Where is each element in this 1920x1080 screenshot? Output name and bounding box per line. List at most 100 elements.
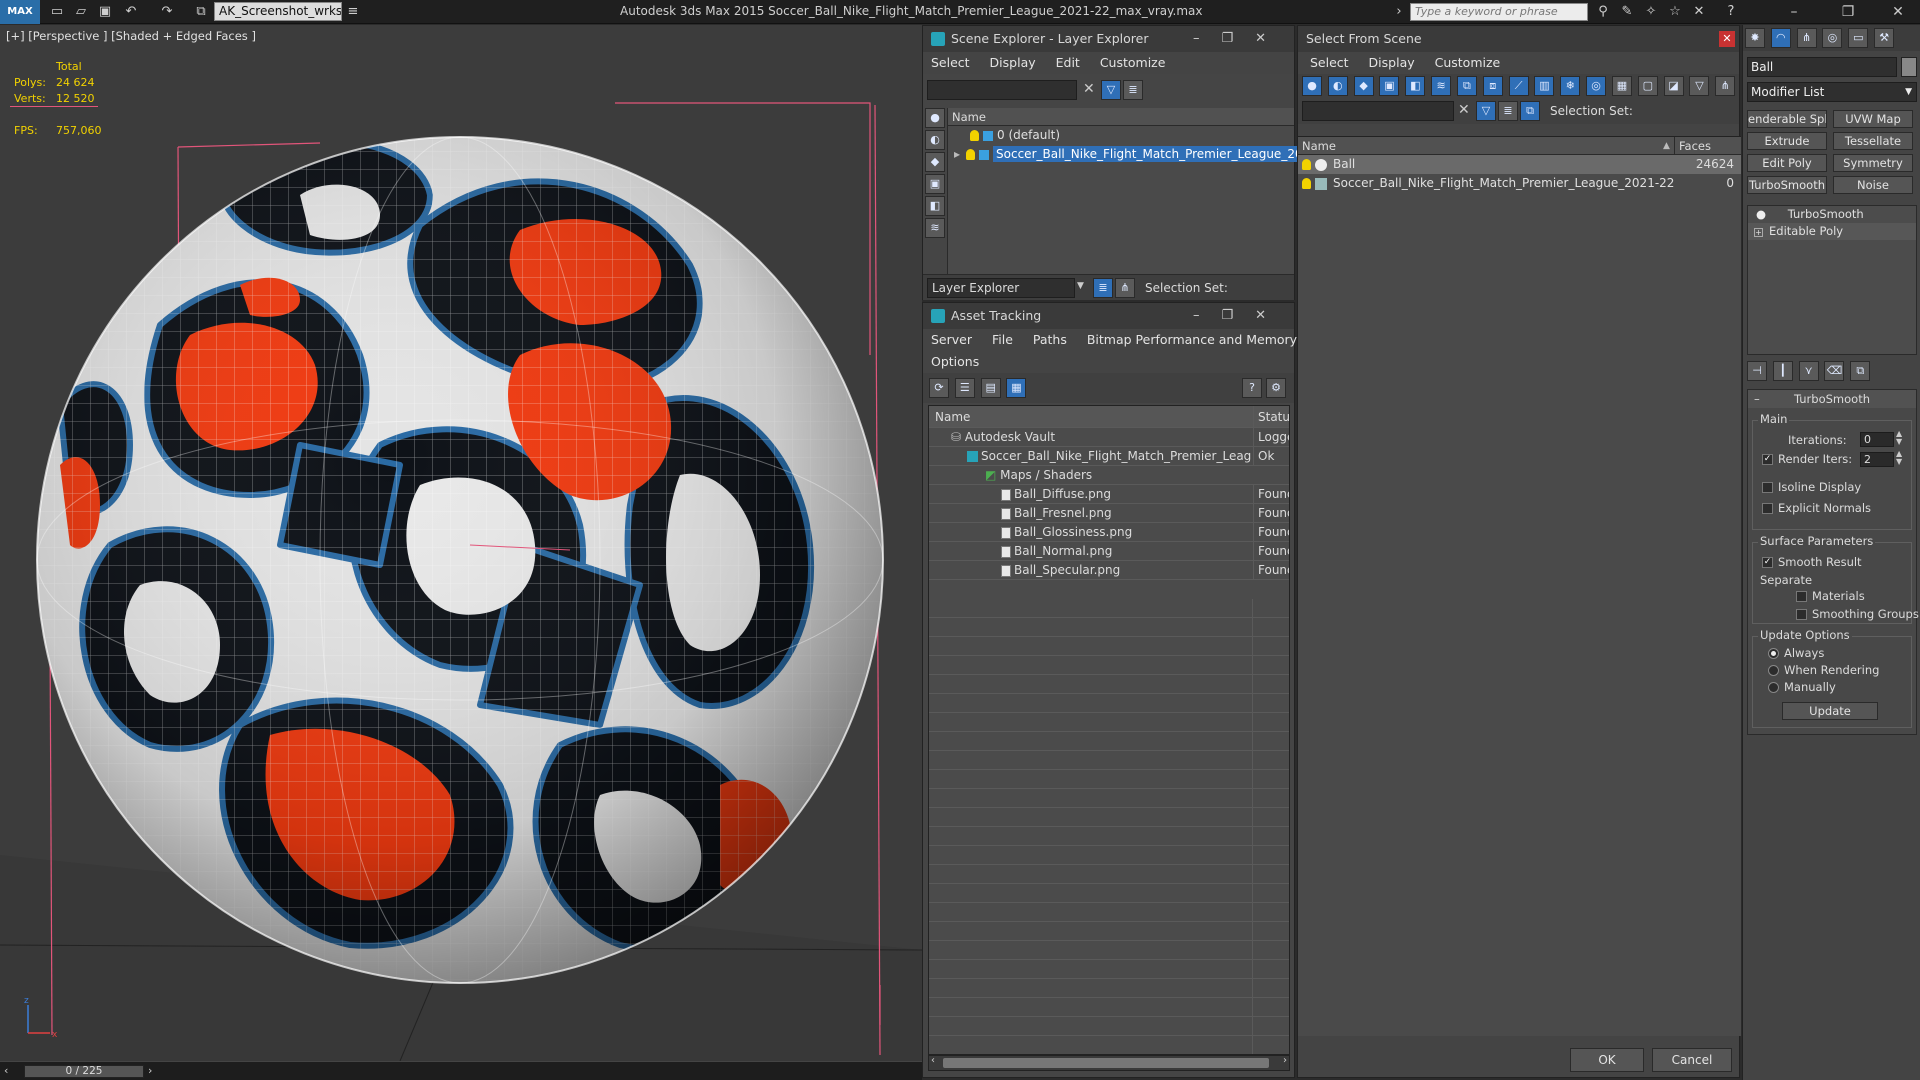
asset-row[interactable]: Ball_Specular.png Found <box>929 561 1289 580</box>
viewport-label[interactable]: [+] [Perspective ] [Shaded + Edged Faces… <box>6 29 256 43</box>
noise-button[interactable]: Noise <box>1833 176 1913 194</box>
filter-xrefs-icon[interactable]: ⧈ <box>1482 76 1503 96</box>
perspective-viewport[interactable]: z x [+] [Perspective ] [Shaded + Edged F… <box>0 25 922 1061</box>
save-file-icon[interactable]: ▣ <box>96 3 114 21</box>
time-slider[interactable]: 0 / 225 <box>24 1065 144 1078</box>
asset-horizontal-scrollbar[interactable]: ‹ › <box>928 1055 1290 1071</box>
light-bulb-icon[interactable] <box>1302 159 1311 170</box>
filter-helpers-icon[interactable]: ◧ <box>1405 76 1426 96</box>
layer-row-default[interactable]: 0 (default) <box>948 126 1294 145</box>
modify-tab-icon[interactable]: ◠ <box>1770 28 1791 48</box>
make-unique-icon[interactable]: ⋎ <box>1798 361 1819 381</box>
modifier-bulb-icon[interactable]: ● <box>1756 207 1770 221</box>
filter-spacewarps-icon[interactable]: ≋ <box>1431 76 1452 96</box>
restore-icon[interactable]: ❐ <box>1830 0 1866 24</box>
filter-geometry-icon[interactable]: ● <box>1302 76 1322 96</box>
clear-search-icon[interactable]: ✕ <box>1083 81 1095 97</box>
filter-hidden-icon[interactable]: ◎ <box>1586 76 1607 96</box>
asset-row[interactable]: Ball_Glossiness.png Found <box>929 523 1289 542</box>
workspace-menu-icon[interactable]: ≡ <box>344 3 362 21</box>
menu-bitmap-performance[interactable]: Bitmap Performance and Memory <box>1079 332 1305 347</box>
app-logo[interactable]: MAX <box>0 0 40 24</box>
menu-customize[interactable]: Customize <box>1427 55 1509 70</box>
show-end-result-icon[interactable]: ┃ <box>1772 361 1793 381</box>
smoothing-groups-checkbox[interactable] <box>1796 609 1807 620</box>
new-file-icon[interactable]: ▭ <box>48 3 66 21</box>
subscription-icon[interactable]: ✧ <box>1640 3 1662 21</box>
dropdown-arrow-icon[interactable]: ▼ <box>1077 281 1084 291</box>
display-geometry-icon[interactable]: ● <box>925 108 945 128</box>
list-view-icon[interactable]: ☰ <box>954 378 975 398</box>
time-prev-icon[interactable]: ‹ <box>4 1064 8 1077</box>
workspace-dropdown[interactable]: AK_Screenshot_wrksp <box>214 2 342 21</box>
configure-modifier-sets-icon[interactable]: ⧉ <box>1850 361 1871 381</box>
utilities-tab-icon[interactable]: ⚒ <box>1874 28 1895 48</box>
display-shapes-icon[interactable]: ◐ <box>925 130 945 150</box>
render-iters-spinner[interactable]: 2 <box>1860 452 1894 467</box>
symmetry-button[interactable]: Symmetry <box>1833 154 1913 172</box>
light-bulb-icon[interactable] <box>1302 178 1311 189</box>
layer-row-soccer-ball[interactable]: ▸ Soccer_Ball_Nike_Flight_Match_Premier_L… <box>948 145 1341 164</box>
undo-icon[interactable]: ↶ <box>122 3 140 21</box>
sort-arrow-icon[interactable]: ▲ <box>1663 137 1670 155</box>
select-search-input[interactable] <box>1302 101 1454 121</box>
refresh-icon[interactable]: ⟳ <box>929 378 949 398</box>
pin-stack-icon[interactable]: ⊣ <box>1747 361 1767 381</box>
column-faces[interactable]: Faces <box>1674 137 1738 155</box>
motion-tab-icon[interactable]: ◎ <box>1822 28 1843 48</box>
object-name-input[interactable]: Ball <box>1747 57 1897 77</box>
expand-arrow-icon[interactable]: ▸ <box>954 147 960 161</box>
open-file-icon[interactable]: ▱ <box>72 3 90 21</box>
filter-shapes-icon[interactable]: ◐ <box>1327 76 1348 96</box>
menu-select[interactable]: Select <box>923 55 978 70</box>
expand-plus-icon[interactable]: + <box>1754 228 1763 237</box>
time-next-icon[interactable]: › <box>148 1064 152 1077</box>
menu-display[interactable]: Display <box>982 55 1044 70</box>
scene-explorer-search-input[interactable] <box>927 80 1077 100</box>
close-icon[interactable]: ✕ <box>1880 0 1916 24</box>
scroll-left-icon[interactable]: ‹ <box>931 1055 935 1066</box>
rollout-header[interactable]: – TurboSmooth <box>1748 390 1916 408</box>
asset-row[interactable]: Ball_Normal.png Found <box>929 542 1289 561</box>
layer-explorer-icon[interactable]: ≣ <box>1093 278 1113 298</box>
favorites-star-icon[interactable]: ☆ <box>1664 3 1686 21</box>
light-bulb-icon[interactable] <box>970 130 979 141</box>
select-all-icon[interactable]: ▦ <box>1611 76 1632 96</box>
iterations-spinner-arrows[interactable]: ▲ ▼ <box>1896 430 1902 446</box>
update-button[interactable]: Update <box>1782 702 1878 720</box>
column-name[interactable]: Name <box>1302 139 1336 153</box>
asset-help-icon[interactable]: ? <box>1242 378 1262 398</box>
stack-item-turbosmooth[interactable]: ● TurboSmooth <box>1748 206 1916 223</box>
layer-tree-header[interactable]: Name <box>948 108 1294 126</box>
menu-select[interactable]: Select <box>1302 55 1357 70</box>
minimize-icon[interactable]: – <box>1776 0 1812 24</box>
dialog-close-icon[interactable]: ✕ <box>1719 31 1735 47</box>
object-color-swatch[interactable] <box>1901 57 1917 77</box>
layer-options-icon[interactable]: ≣ <box>1123 80 1143 100</box>
scrollbar-thumb[interactable] <box>943 1058 1269 1068</box>
menu-file[interactable]: File <box>984 332 1021 347</box>
menu-paths[interactable]: Paths <box>1025 332 1075 347</box>
asset-settings-icon[interactable]: ⚙ <box>1266 378 1286 398</box>
tools-icon[interactable]: ✎ <box>1616 3 1638 21</box>
binoculars-icon[interactable]: ⚲ <box>1592 3 1614 21</box>
update-always-radio[interactable] <box>1768 648 1779 659</box>
scroll-right-icon[interactable]: › <box>1283 1055 1287 1066</box>
menu-customize[interactable]: Customize <box>1092 55 1174 70</box>
thumbnail-view-icon[interactable]: ▤ <box>980 378 1001 398</box>
stack-item-editable-poly[interactable]: + Editable Poly <box>1748 223 1916 240</box>
renderable-spline-button[interactable]: enderable Spli <box>1747 110 1827 128</box>
redo-icon[interactable]: ↷ <box>158 3 176 21</box>
help-icon[interactable]: ? <box>1720 3 1742 21</box>
materials-checkbox[interactable] <box>1796 591 1807 602</box>
iterations-spinner[interactable]: 0 <box>1860 432 1894 447</box>
select-from-scene-titlebar[interactable]: Select From Scene ✕ <box>1298 26 1739 52</box>
sort-filter-icon[interactable]: ▽ <box>1689 76 1710 96</box>
light-bulb-icon[interactable] <box>966 149 976 160</box>
hierarchy-icon[interactable]: ⋔ <box>1115 278 1135 298</box>
tessellate-button[interactable]: Tessellate <box>1833 132 1913 150</box>
explorer-type-dropdown[interactable]: Layer Explorer <box>927 278 1075 298</box>
filter-groups-icon[interactable]: ⧉ <box>1456 76 1477 96</box>
layers-icon[interactable]: ≣ <box>1498 101 1518 121</box>
explicit-normals-checkbox[interactable] <box>1762 503 1773 514</box>
